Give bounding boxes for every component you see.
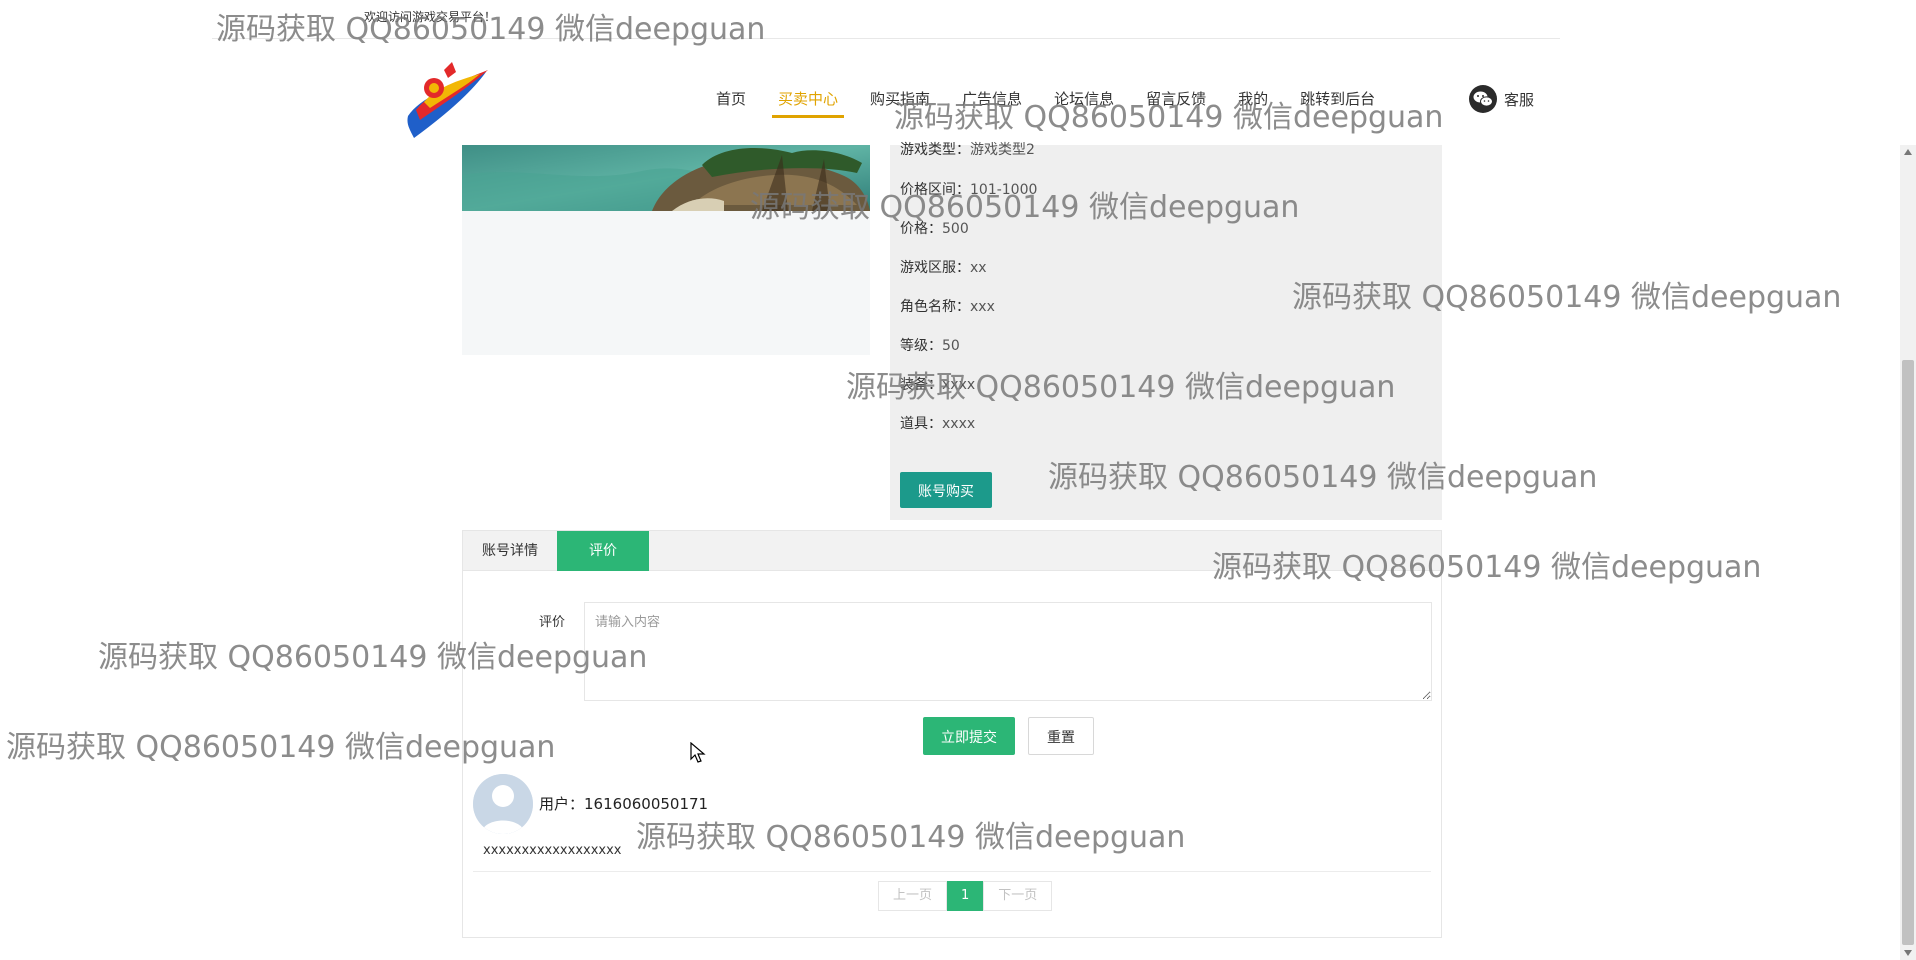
tabs-bar: 账号详情 评价 xyxy=(463,531,1441,571)
avatar-icon xyxy=(473,774,533,834)
info-row-level: 等级：50 xyxy=(900,338,960,354)
comment-divider xyxy=(473,871,1431,872)
mouse-cursor-icon xyxy=(690,742,706,763)
nav-item-trade-center[interactable]: 买卖中心 xyxy=(762,88,854,128)
nav-item-purchase-guide[interactable]: 购买指南 xyxy=(854,88,946,128)
info-row-price-range: 价格区间：101-1000 xyxy=(900,182,1038,198)
scroll-down-icon[interactable] xyxy=(1904,950,1912,956)
prev-page-button[interactable]: 上一页 xyxy=(878,881,948,911)
scroll-up-icon[interactable] xyxy=(1904,149,1912,155)
product-image-area xyxy=(462,145,870,355)
nav-item-home[interactable]: 首页 xyxy=(700,88,762,128)
comment-user: 用户：1616060050171 xyxy=(539,795,709,813)
tab-reviews[interactable]: 评价 xyxy=(557,531,649,571)
buy-account-button[interactable]: 账号购买 xyxy=(900,472,992,508)
top-strip: 欢迎访问游戏交易平台！ xyxy=(0,0,1900,40)
product-image[interactable] xyxy=(462,145,870,211)
scroll-thumb[interactable] xyxy=(1902,360,1914,945)
nav-item-mine[interactable]: 我的 xyxy=(1222,88,1284,128)
review-label: 评价 xyxy=(539,615,566,630)
submit-button[interactable]: 立即提交 xyxy=(923,717,1015,755)
nav-item-admin[interactable]: 跳转到后台 xyxy=(1284,88,1391,128)
next-page-button[interactable]: 下一页 xyxy=(983,881,1053,911)
info-row-items: 道具：xxxx xyxy=(900,416,976,432)
reset-button[interactable]: 重置 xyxy=(1028,717,1094,755)
comment-content: xxxxxxxxxxxxxxxxxx xyxy=(483,843,622,858)
site-logo[interactable] xyxy=(400,58,492,144)
tab-account-details[interactable]: 账号详情 xyxy=(463,531,557,571)
customer-service-link[interactable]: 客服 xyxy=(1468,84,1534,114)
nav-item-ads[interactable]: 广告信息 xyxy=(946,88,1038,128)
site-header: 首页 买卖中心 购买指南 广告信息 论坛信息 留言反馈 我的 跳转到后台 客服 xyxy=(0,40,1900,145)
nav-item-feedback[interactable]: 留言反馈 xyxy=(1130,88,1222,128)
nav-item-forum[interactable]: 论坛信息 xyxy=(1038,88,1130,128)
wechat-icon xyxy=(1469,85,1497,113)
account-info-panel: 游戏类型：游戏类型2 价格区间：101-1000 价格：500 游戏区服：xx … xyxy=(890,142,1442,520)
info-row-equipment: 装备：xxxx xyxy=(900,377,976,393)
tabs-card: 账号详情 评价 评价 立即提交 重置 用户：1616060050171 xxxx… xyxy=(462,530,1442,938)
product-photo-graphic xyxy=(462,145,870,211)
info-row-price: 价格：500 xyxy=(900,221,969,237)
logo-graphic xyxy=(407,62,488,138)
review-input[interactable] xyxy=(584,602,1432,701)
welcome-text: 欢迎访问游戏交易平台！ xyxy=(364,10,497,24)
info-row-character-name: 角色名称：xxx xyxy=(900,299,995,315)
pagination: 上一页 1 下一页 xyxy=(878,881,1053,911)
comment-user-id: 1616060050171 xyxy=(584,795,709,813)
service-label: 客服 xyxy=(1504,90,1535,109)
top-divider xyxy=(212,38,1560,39)
page-scrollbar[interactable] xyxy=(1900,145,1916,960)
main-nav: 首页 买卖中心 购买指南 广告信息 论坛信息 留言反馈 我的 跳转到后台 xyxy=(700,88,1391,128)
info-row-server: 游戏区服：xx xyxy=(900,260,987,276)
current-page[interactable]: 1 xyxy=(947,881,984,911)
info-row-game-type: 游戏类型：游戏类型2 xyxy=(900,142,1035,158)
user-avatar xyxy=(473,774,533,834)
